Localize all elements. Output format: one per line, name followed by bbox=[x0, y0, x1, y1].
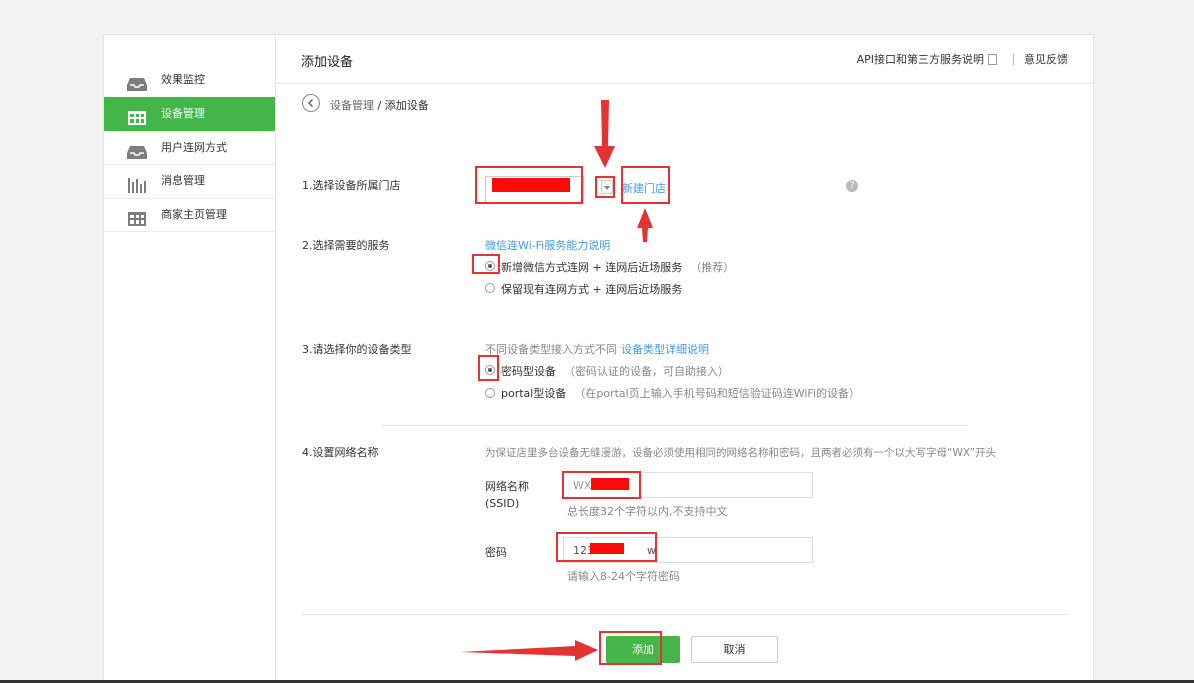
sidebar-item-label: 消息管理 bbox=[161, 174, 205, 187]
ssid-label: 网络名称 bbox=[485, 480, 529, 493]
breadcrumb-separator: / bbox=[374, 99, 385, 112]
header-links: API接口和第三方服务说明 意见反馈 bbox=[857, 51, 1068, 67]
ssid-label-sub: (SSID) bbox=[485, 497, 520, 510]
cancel-button[interactable]: 取消 bbox=[691, 636, 778, 663]
sidebar-item-effect-monitor[interactable]: 效果监控 bbox=[104, 63, 275, 97]
header-divider-line bbox=[276, 83, 1093, 84]
service-option-keep-radio[interactable] bbox=[485, 283, 495, 293]
service-info-link[interactable]: 微信连Wi-Fi服务能力说明 bbox=[485, 237, 610, 253]
redaction-password bbox=[590, 543, 624, 554]
sidebar-item-label: 商家主页管理 bbox=[161, 208, 227, 221]
device-grid-icon bbox=[127, 106, 147, 125]
redaction-ssid bbox=[591, 478, 629, 490]
breadcrumb-current: 添加设备 bbox=[384, 99, 429, 112]
device-type-detail-link[interactable]: 设备类型详细说明 bbox=[621, 343, 709, 356]
main-panel: 效果监控 设备管理 用户连网方式 消息管理 商家主页管理 添加设备 API接口和… bbox=[103, 34, 1094, 683]
service-option-new-label[interactable]: 新增微信方式连网 + 连网后近场服务 （推荐） bbox=[501, 259, 734, 275]
option-text: 密码型设备 bbox=[501, 365, 556, 378]
feedback-link[interactable]: 意见反馈 bbox=[1024, 53, 1068, 66]
sidebar-item-store-home[interactable]: 商家主页管理 bbox=[104, 198, 275, 232]
sidebar-item-label: 效果监控 bbox=[161, 73, 205, 86]
option-text: portal型设备 bbox=[501, 387, 567, 400]
device-type-portal-label[interactable]: portal型设备 （在portal页上输入手机号码和短信验证码连WiFi的设备） bbox=[501, 385, 860, 401]
device-type-desc: 不同设备类型接入方式不同 设备类型详细说明 bbox=[485, 341, 709, 357]
network-hint: 为保证店里多台设备无缝漫游，设备必须使用相同的网络名称和密码，且两者必须有一个以… bbox=[485, 447, 997, 459]
help-icon[interactable]: ? bbox=[846, 180, 858, 192]
option-note: （在portal页上输入手机号码和短信验证码连WiFi的设备） bbox=[574, 387, 860, 400]
hint-underline bbox=[382, 425, 967, 426]
chevron-left-icon bbox=[307, 98, 314, 108]
redaction-store-name bbox=[492, 178, 570, 192]
sidebar-item-label: 用户连网方式 bbox=[161, 141, 227, 154]
tray-icon bbox=[127, 140, 147, 159]
back-button[interactable] bbox=[302, 94, 320, 112]
annotation-dropdown-box bbox=[595, 176, 615, 198]
bar-chart-icon bbox=[127, 173, 147, 193]
device-type-password-label[interactable]: 密码型设备 （密码认证的设备，可自助接入） bbox=[501, 363, 729, 379]
header-divider bbox=[1013, 53, 1014, 65]
option-text: 新增微信方式连网 + 连网后近场服务 bbox=[501, 261, 683, 274]
password-hint: 请输入8-24个字符密码 bbox=[567, 570, 680, 583]
option-note: （密码认证的设备，可自助接入） bbox=[564, 365, 729, 378]
device-type-portal-radio[interactable] bbox=[485, 388, 495, 398]
network-section-label: 4.设置网络名称 bbox=[302, 446, 379, 459]
annotation-add-button-box bbox=[599, 631, 662, 665]
sidebar-item-device-manage[interactable]: 设备管理 bbox=[104, 97, 275, 131]
tray-icon bbox=[127, 72, 147, 91]
sidebar-divider bbox=[104, 231, 275, 232]
device-type-desc-text: 不同设备类型接入方式不同 bbox=[485, 343, 617, 356]
option-note: （推荐） bbox=[690, 261, 735, 274]
document-icon[interactable] bbox=[988, 54, 997, 65]
sidebar: 效果监控 设备管理 用户连网方式 消息管理 商家主页管理 bbox=[104, 35, 276, 682]
annotation-service-radio-box bbox=[472, 254, 500, 274]
sidebar-item-message-manage[interactable]: 消息管理 bbox=[104, 164, 275, 198]
store-section-label: 1.选择设备所属门店 bbox=[302, 179, 401, 192]
breadcrumb-parent[interactable]: 设备管理 bbox=[330, 99, 374, 112]
annotation-new-store-box bbox=[621, 166, 670, 204]
store-grid-icon bbox=[127, 207, 147, 226]
main-content: 添加设备 API接口和第三方服务说明 意见反馈 设备管理 / 添加设备 1.选择设… bbox=[276, 35, 1093, 682]
page-title: 添加设备 bbox=[301, 55, 354, 70]
footer-divider bbox=[302, 614, 1068, 615]
sidebar-item-label: 设备管理 bbox=[161, 107, 205, 120]
service-option-keep-label[interactable]: 保留现有连网方式 + 连网后近场服务 bbox=[501, 281, 682, 297]
ssid-hint: 总长度32个字符以内,不支持中文 bbox=[567, 505, 728, 518]
password-label: 密码 bbox=[485, 546, 507, 559]
api-doc-link[interactable]: API接口和第三方服务说明 bbox=[857, 53, 984, 66]
annotation-device-radio-box bbox=[478, 355, 499, 381]
sidebar-item-user-connect[interactable]: 用户连网方式 bbox=[104, 131, 275, 165]
top-strip bbox=[0, 0, 1194, 4]
service-section-label: 2.选择需要的服务 bbox=[302, 239, 390, 252]
device-type-section-label: 3.请选择你的设备类型 bbox=[302, 343, 412, 356]
breadcrumb: 设备管理 / 添加设备 bbox=[330, 97, 429, 113]
